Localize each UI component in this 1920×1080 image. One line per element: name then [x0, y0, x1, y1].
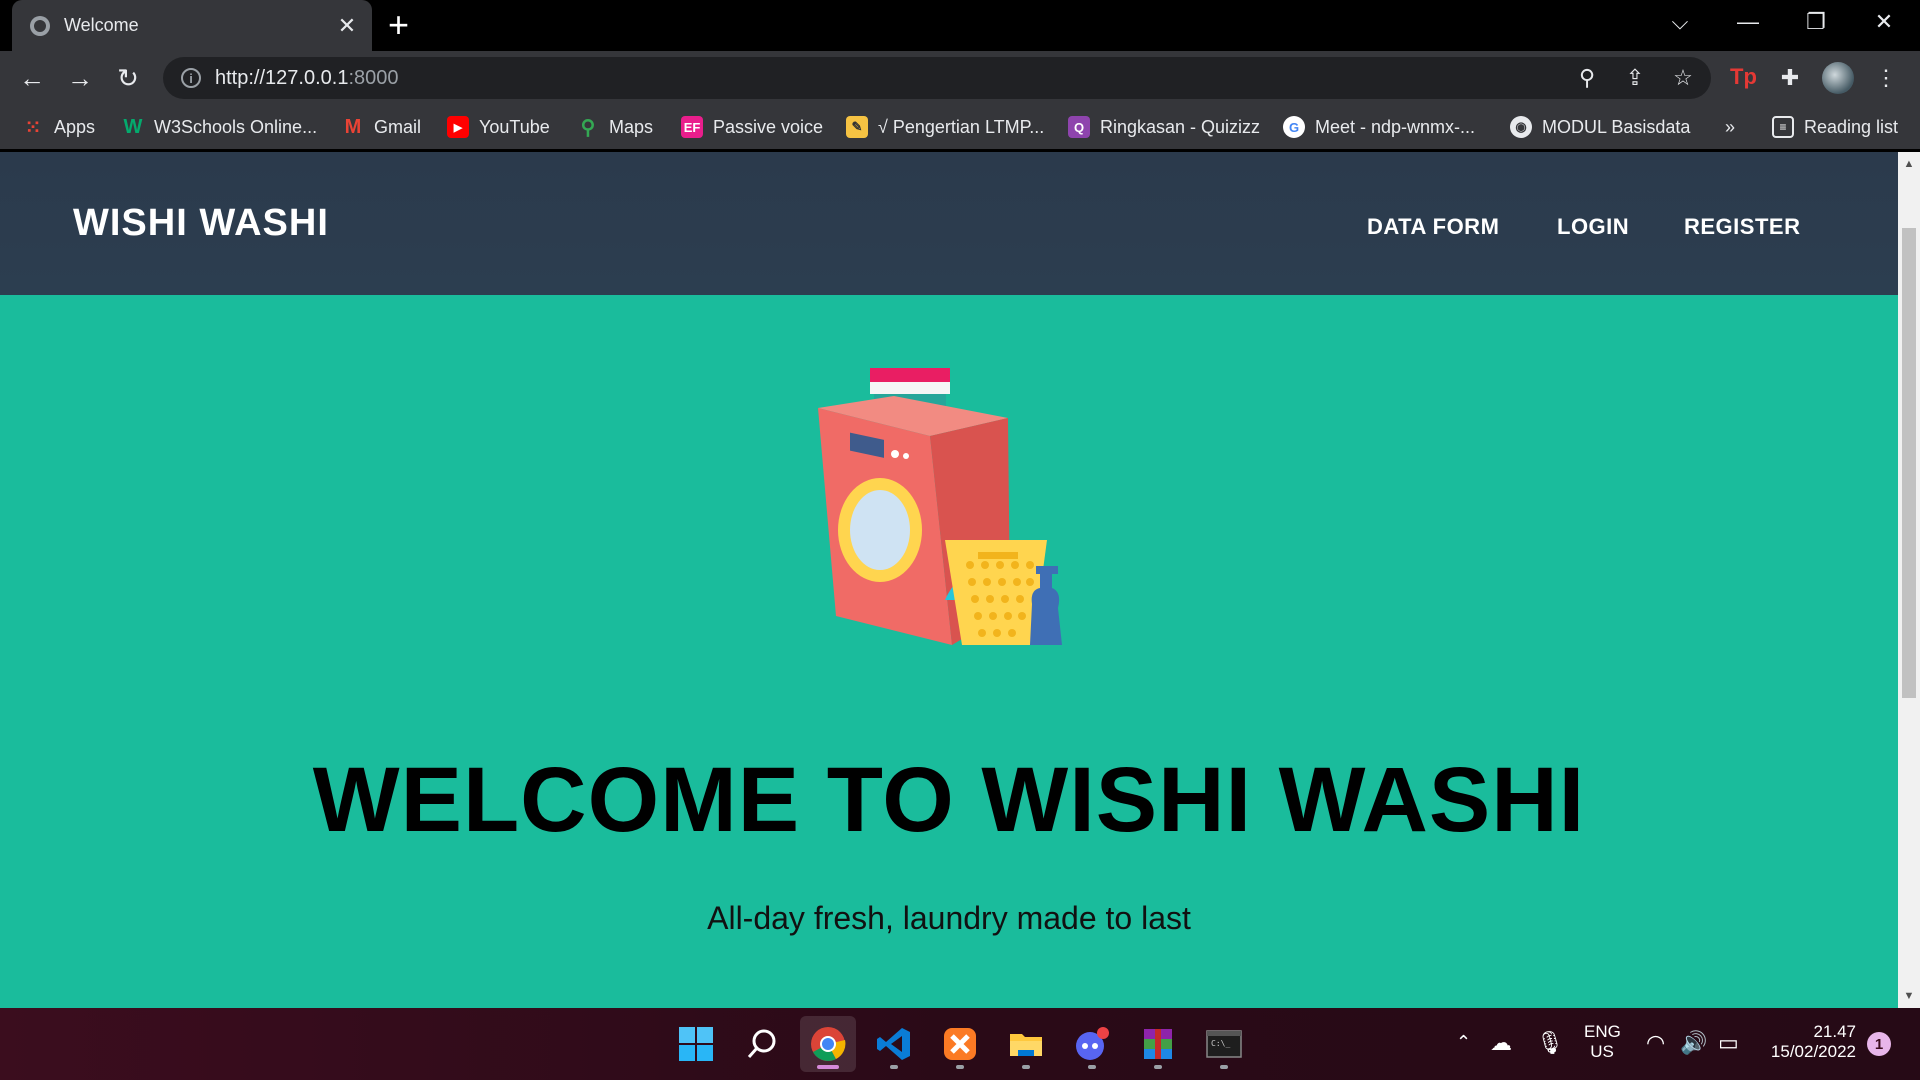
extensions-icon[interactable]: ✚ — [1776, 64, 1804, 92]
hero-title: WELCOME TO WISHI WASHI — [312, 749, 1586, 851]
site-info-icon[interactable]: i — [181, 68, 201, 88]
svg-text:C:\_: C:\_ — [1211, 1039, 1230, 1048]
taskbar-chrome[interactable] — [800, 1016, 856, 1072]
laundry-illustration — [818, 368, 1062, 645]
search-button[interactable] — [734, 1016, 790, 1072]
xampp-icon — [944, 1028, 976, 1060]
new-tab-button[interactable]: + — [388, 6, 409, 44]
forward-icon[interactable]: → — [62, 62, 98, 94]
tp-extension-icon[interactable]: Tp — [1730, 64, 1757, 90]
gmail-icon: M — [344, 115, 362, 138]
minimize-icon[interactable]: — — [1718, 0, 1778, 44]
page-content: WISHI WASHI DATA FORM LOGIN REGISTER WEL… — [0, 152, 1898, 1008]
hero-subtitle: All-day fresh, laundry made to last — [707, 900, 1191, 936]
close-window-icon[interactable]: ✕ — [1854, 0, 1914, 44]
taskbar-vscode[interactable] — [866, 1016, 922, 1072]
microphone-icon[interactable]: 🎙 — [1536, 1030, 1564, 1056]
quizizz-icon: Q — [1068, 116, 1090, 138]
youtube-icon: ▶ — [447, 116, 469, 138]
bookmark-maps[interactable]: ⚲ Maps — [577, 112, 653, 142]
reading-list-icon: ≡ — [1772, 116, 1794, 138]
menu-icon[interactable]: ⋮ — [1872, 64, 1900, 92]
close-tab-icon[interactable]: ✕ — [336, 13, 358, 39]
bookmark-ltmp[interactable]: ✎ √ Pengertian LTMP... — [846, 112, 1044, 142]
nav-data-form[interactable]: DATA FORM — [1367, 214, 1499, 240]
taskbar-winrar[interactable] — [1130, 1016, 1186, 1072]
w3schools-icon: W — [123, 115, 143, 138]
taskbar-xampp[interactable] — [932, 1016, 988, 1072]
search-icon — [747, 1029, 776, 1058]
vscode-icon — [877, 1028, 910, 1060]
globe-icon — [30, 15, 50, 36]
globe-icon: ◉ — [1510, 116, 1532, 138]
scroll-thumb[interactable] — [1902, 228, 1916, 698]
bookmark-w3schools[interactable]: W W3Schools Online... — [122, 112, 318, 142]
scroll-down-icon[interactable]: ▼ — [1903, 990, 1915, 1002]
wifi-icon[interactable]: ◠ — [1646, 1030, 1665, 1056]
windows-logo-icon — [679, 1027, 713, 1061]
tab-title: Welcome — [64, 15, 139, 35]
bookmark-gmail[interactable]: M Gmail — [342, 112, 421, 142]
back-icon[interactable]: ← — [14, 62, 50, 94]
nav-register[interactable]: REGISTER — [1684, 214, 1800, 240]
apps-grid-icon: ⁙ — [24, 116, 42, 139]
site-brand[interactable]: WISHI WASHI — [73, 202, 329, 245]
folder-icon — [1010, 1034, 1042, 1056]
tab-welcome[interactable]: Welcome ✕ — [12, 0, 372, 51]
bookmark-youtube[interactable]: ▶ YouTube — [447, 112, 550, 142]
notification-badge[interactable]: 1 — [1867, 1032, 1891, 1056]
language-indicator[interactable]: ENG US — [1584, 1022, 1621, 1062]
ltmp-icon: ✎ — [846, 116, 868, 138]
winrar-icon — [1144, 1029, 1172, 1059]
volume-icon[interactable]: 🔊 — [1680, 1030, 1707, 1056]
bookmark-passive-voice[interactable]: EF Passive voice — [681, 112, 823, 142]
show-hidden-icons[interactable]: ⌃ — [1456, 1032, 1471, 1053]
bookmark-star-icon[interactable]: ☆ — [1669, 64, 1697, 92]
reload-icon[interactable]: ↻ — [110, 62, 146, 94]
discord-icon — [1076, 1027, 1109, 1060]
reading-list-button[interactable]: ≡ Reading list — [1772, 112, 1898, 142]
url-text: http://127.0.0.1:8000 — [215, 66, 399, 89]
clock[interactable]: 21.47 15/02/2022 — [1758, 1022, 1856, 1062]
taskbar-discord[interactable] — [1064, 1016, 1120, 1072]
maps-icon: ⚲ — [580, 116, 596, 139]
terminal-icon: C:\_ — [1206, 1030, 1242, 1058]
start-button[interactable] — [668, 1016, 724, 1072]
share-icon[interactable]: ⇪ — [1621, 64, 1649, 92]
active-indicator — [817, 1065, 839, 1069]
scroll-up-icon[interactable]: ▲ — [1903, 158, 1915, 170]
site-navbar: WISHI WASHI DATA FORM LOGIN REGISTER — [0, 152, 1898, 295]
zoom-icon[interactable]: ⚲ — [1573, 64, 1601, 92]
tab-search-icon[interactable]: ⌵ — [1650, 0, 1710, 44]
taskbar-file-explorer[interactable] — [998, 1016, 1054, 1072]
google-icon: G — [1283, 116, 1305, 138]
chrome-icon — [811, 1027, 846, 1061]
ef-icon: EF — [681, 116, 703, 138]
nav-login[interactable]: LOGIN — [1557, 214, 1629, 240]
taskbar-terminal[interactable]: C:\_ — [1196, 1016, 1252, 1072]
bookmark-quizizz[interactable]: Q Ringkasan - Quizizz — [1068, 112, 1260, 142]
more-bookmarks-button[interactable]: » — [1725, 112, 1735, 142]
restore-icon[interactable]: ❐ — [1786, 0, 1846, 44]
battery-icon[interactable]: ▭ — [1718, 1030, 1739, 1056]
address-bar[interactable]: i http://127.0.0.1:8000 — [163, 57, 1711, 99]
bookmark-meet[interactable]: G Meet - ndp-wnmx-... — [1283, 112, 1475, 142]
onedrive-icon[interactable]: ☁ — [1490, 1030, 1512, 1056]
bookmark-apps[interactable]: ⁙ Apps — [22, 112, 95, 142]
profile-avatar[interactable] — [1822, 62, 1854, 94]
bookmark-modul-basisdata[interactable]: ◉ MODUL Basisdata — [1510, 112, 1690, 142]
page-scrollbar[interactable]: ▲ ▼ — [1898, 152, 1920, 1008]
